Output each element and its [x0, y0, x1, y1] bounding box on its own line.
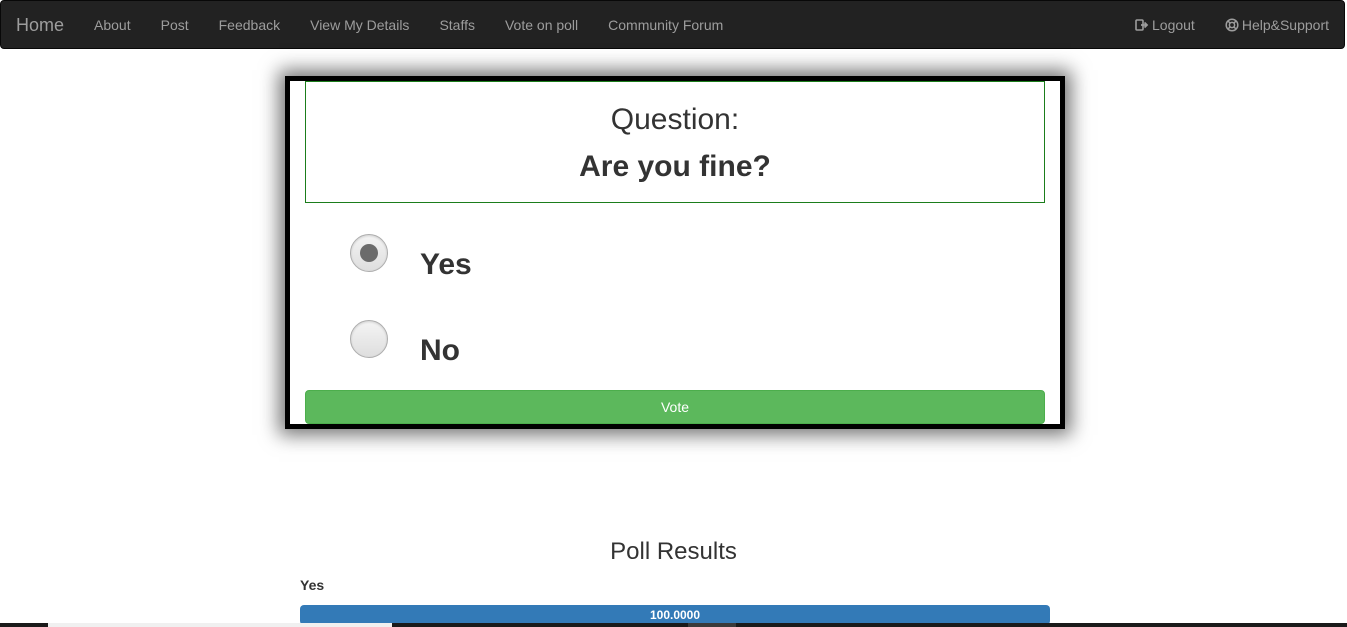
radio-selected-dot	[360, 244, 378, 262]
navbar: Home About Post Feedback View My Details…	[0, 0, 1345, 49]
logout-icon	[1135, 19, 1149, 31]
help-support-link[interactable]: Help&Support	[1210, 1, 1344, 49]
bottom-scrollbar[interactable]	[0, 623, 1347, 627]
result-label-yes: Yes	[300, 577, 325, 593]
nav-link-staffs[interactable]: Staffs	[424, 1, 490, 49]
option-no[interactable]: No	[350, 317, 750, 377]
nav-link-view-my-details[interactable]: View My Details	[295, 1, 424, 49]
question-box: Question: Are you fine?	[305, 81, 1045, 203]
result-progress-yes: 100.0000	[300, 605, 1050, 625]
bottom-scrollbar-marker	[688, 623, 736, 627]
bottom-scrollbar-thumb[interactable]	[48, 623, 392, 627]
navbar-right: Logout Help&Support	[1120, 1, 1344, 49]
nav-link-vote-on-poll[interactable]: Vote on poll	[490, 1, 593, 49]
nav-link-feedback[interactable]: Feedback	[204, 1, 295, 49]
vote-button[interactable]: Vote	[305, 390, 1045, 424]
question-text: Are you fine?	[579, 150, 771, 183]
radio-no[interactable]	[350, 320, 388, 358]
poll-results-title: Poll Results	[610, 538, 737, 565]
help-support-label: Help&Support	[1241, 17, 1329, 33]
logout-link[interactable]: Logout	[1120, 1, 1210, 49]
nav-link-post[interactable]: Post	[146, 1, 204, 49]
radio-yes[interactable]	[350, 234, 388, 272]
option-yes-label: Yes	[420, 248, 472, 281]
nav-link-about[interactable]: About	[79, 1, 146, 49]
poll-card: Question: Are you fine? Yes No Vote	[285, 76, 1065, 429]
option-no-label: No	[420, 334, 460, 367]
result-progress-bar-yes: 100.0000	[300, 605, 1050, 625]
nav-home-brand[interactable]: Home	[1, 1, 79, 49]
lifebuoy-icon	[1225, 18, 1239, 32]
option-yes[interactable]: Yes	[350, 231, 750, 291]
navbar-left: Home About Post Feedback View My Details…	[1, 1, 738, 49]
nav-link-community-forum[interactable]: Community Forum	[593, 1, 738, 49]
logout-label: Logout	[1152, 17, 1195, 33]
question-label: Question:	[610, 103, 740, 136]
